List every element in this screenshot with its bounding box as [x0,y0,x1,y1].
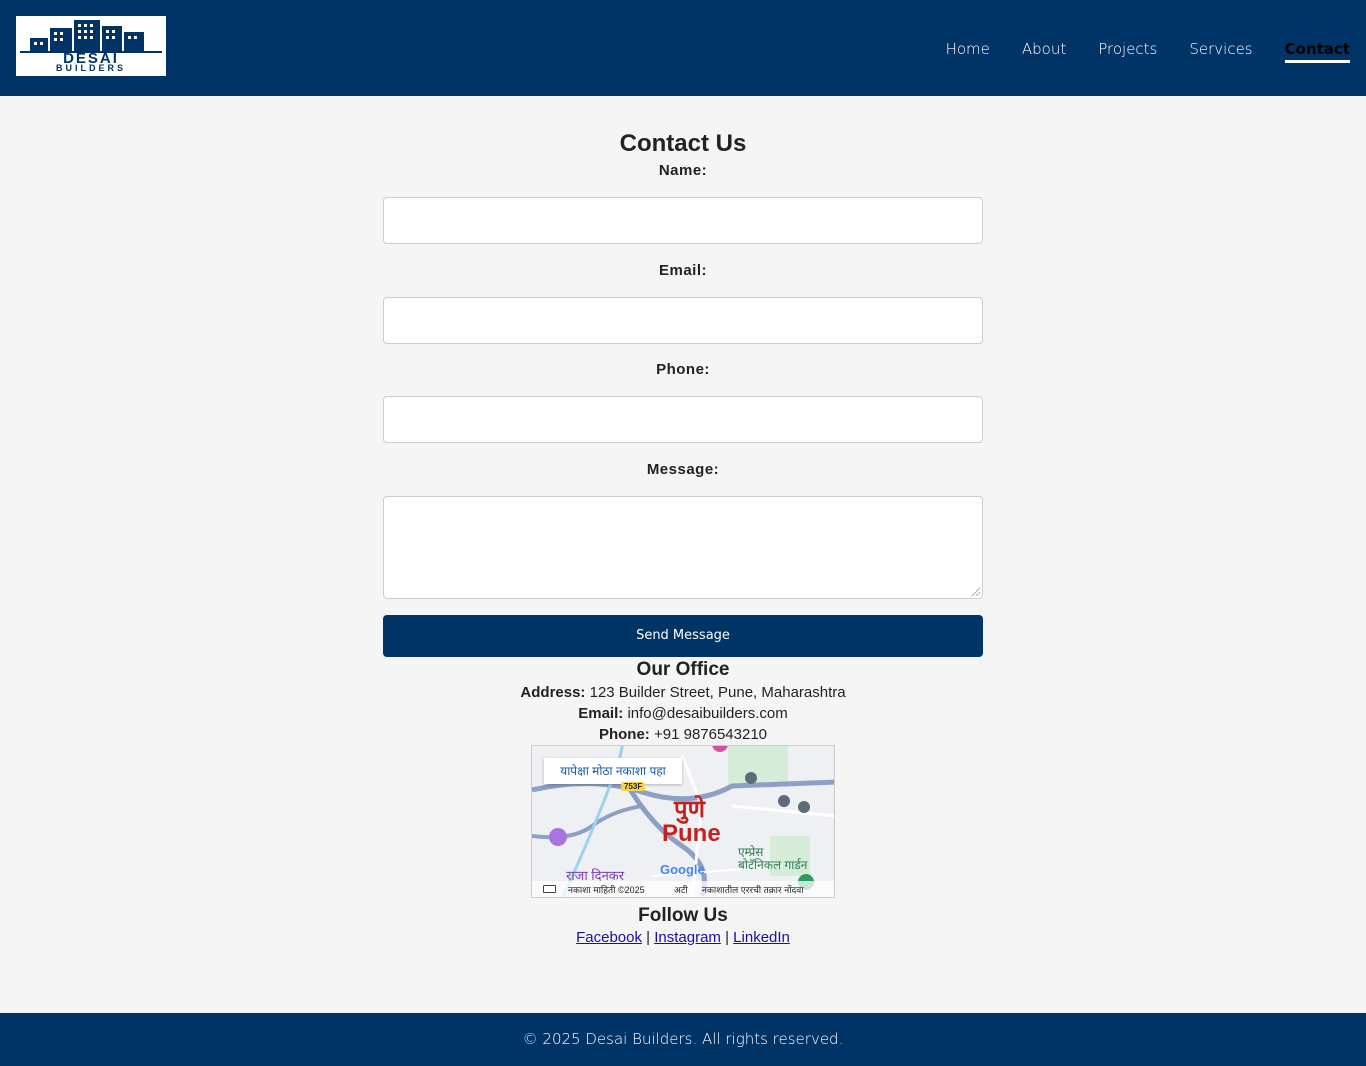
google-logo: Google [660,862,705,877]
site-footer: © 2025 Desai Builders. All rights reserv… [0,1013,1366,1066]
facebook-link[interactable]: Facebook [576,929,642,946]
logo-text-line2: BUILDERS [55,63,126,73]
office-map[interactable]: यापेक्षा मोठा नकाशा पहा 753F पुणे Pune र… [531,745,835,898]
office-title: Our Office [636,659,730,680]
main-content: Contact Us Name: Email: Phone: Message: … [0,96,1366,1013]
google-logo-text: Google [660,862,705,877]
map-attribution-bar: नकाशा माहिती ©2025 अटी नकाशातील एररची तक… [532,881,834,897]
address-value: 123 Builder Street, Pune, Maharashtra [589,684,846,701]
name-input[interactable] [383,197,983,244]
nav-link-services[interactable]: Services [1189,38,1252,63]
address-label: Address: [520,684,586,701]
social-links: Facebook | Instagram | LinkedIn [0,929,1366,946]
office-phone: Phone: +91 9876543210 [0,726,1366,743]
resize-grip-icon[interactable] [971,587,980,596]
phone-input[interactable] [383,396,983,443]
site-header: DESAI BUILDERS Home About Projects Servi… [0,0,1366,96]
email-label: Email: [658,262,707,279]
copyright-text: © 2025 Desai Builders. All rights reserv… [522,1030,844,1048]
keyboard-shortcuts-icon[interactable] [543,885,556,893]
instagram-link[interactable]: Instagram [654,929,721,946]
email-input[interactable] [383,297,983,344]
name-label: Name: [658,162,708,179]
linkedin-link[interactable]: LinkedIn [733,929,790,946]
message-textarea[interactable] [383,496,983,599]
page-title: Contact Us [619,130,747,157]
message-label: Message: [646,461,720,478]
send-message-button[interactable]: Send Message [383,615,983,657]
main-nav: Home About Projects Services Contact [946,38,1350,63]
nav-link-projects[interactable]: Projects [1098,38,1157,63]
office-phone-label: Phone: [598,726,650,743]
map-terms-link[interactable]: अटी [674,883,688,896]
office-email-value: info@desaibuilders.com [627,705,788,722]
office-email-label: Email: [578,705,624,722]
map-place-label-garden: एम्प्रेस बोटॅनिकल गार्डन [738,845,808,872]
company-logo[interactable]: DESAI BUILDERS [16,16,166,76]
link-separator: | [725,929,729,946]
nav-link-about[interactable]: About [1022,38,1066,63]
follow-title: Follow Us [638,905,728,926]
nav-link-home[interactable]: Home [946,38,990,63]
office-address: Address: 123 Builder Street, Pune, Mahar… [0,684,1366,701]
view-larger-map-link[interactable]: यापेक्षा मोठा नकाशा पहा [544,758,682,784]
office-phone-value: +91 9876543210 [653,726,768,743]
map-report-link[interactable]: नकाशातील एररची तक्रार नोंदवा [702,883,804,896]
office-email: Email: info@desaibuilders.com [0,705,1366,722]
map-city-label: Pune [662,820,721,847]
map-data-text[interactable]: नकाशा माहिती ©2025 [568,883,645,896]
map-road-label: 753F [621,782,646,791]
link-separator: | [646,929,651,946]
nav-link-contact[interactable]: Contact [1284,38,1350,63]
phone-label: Phone: [656,361,710,378]
